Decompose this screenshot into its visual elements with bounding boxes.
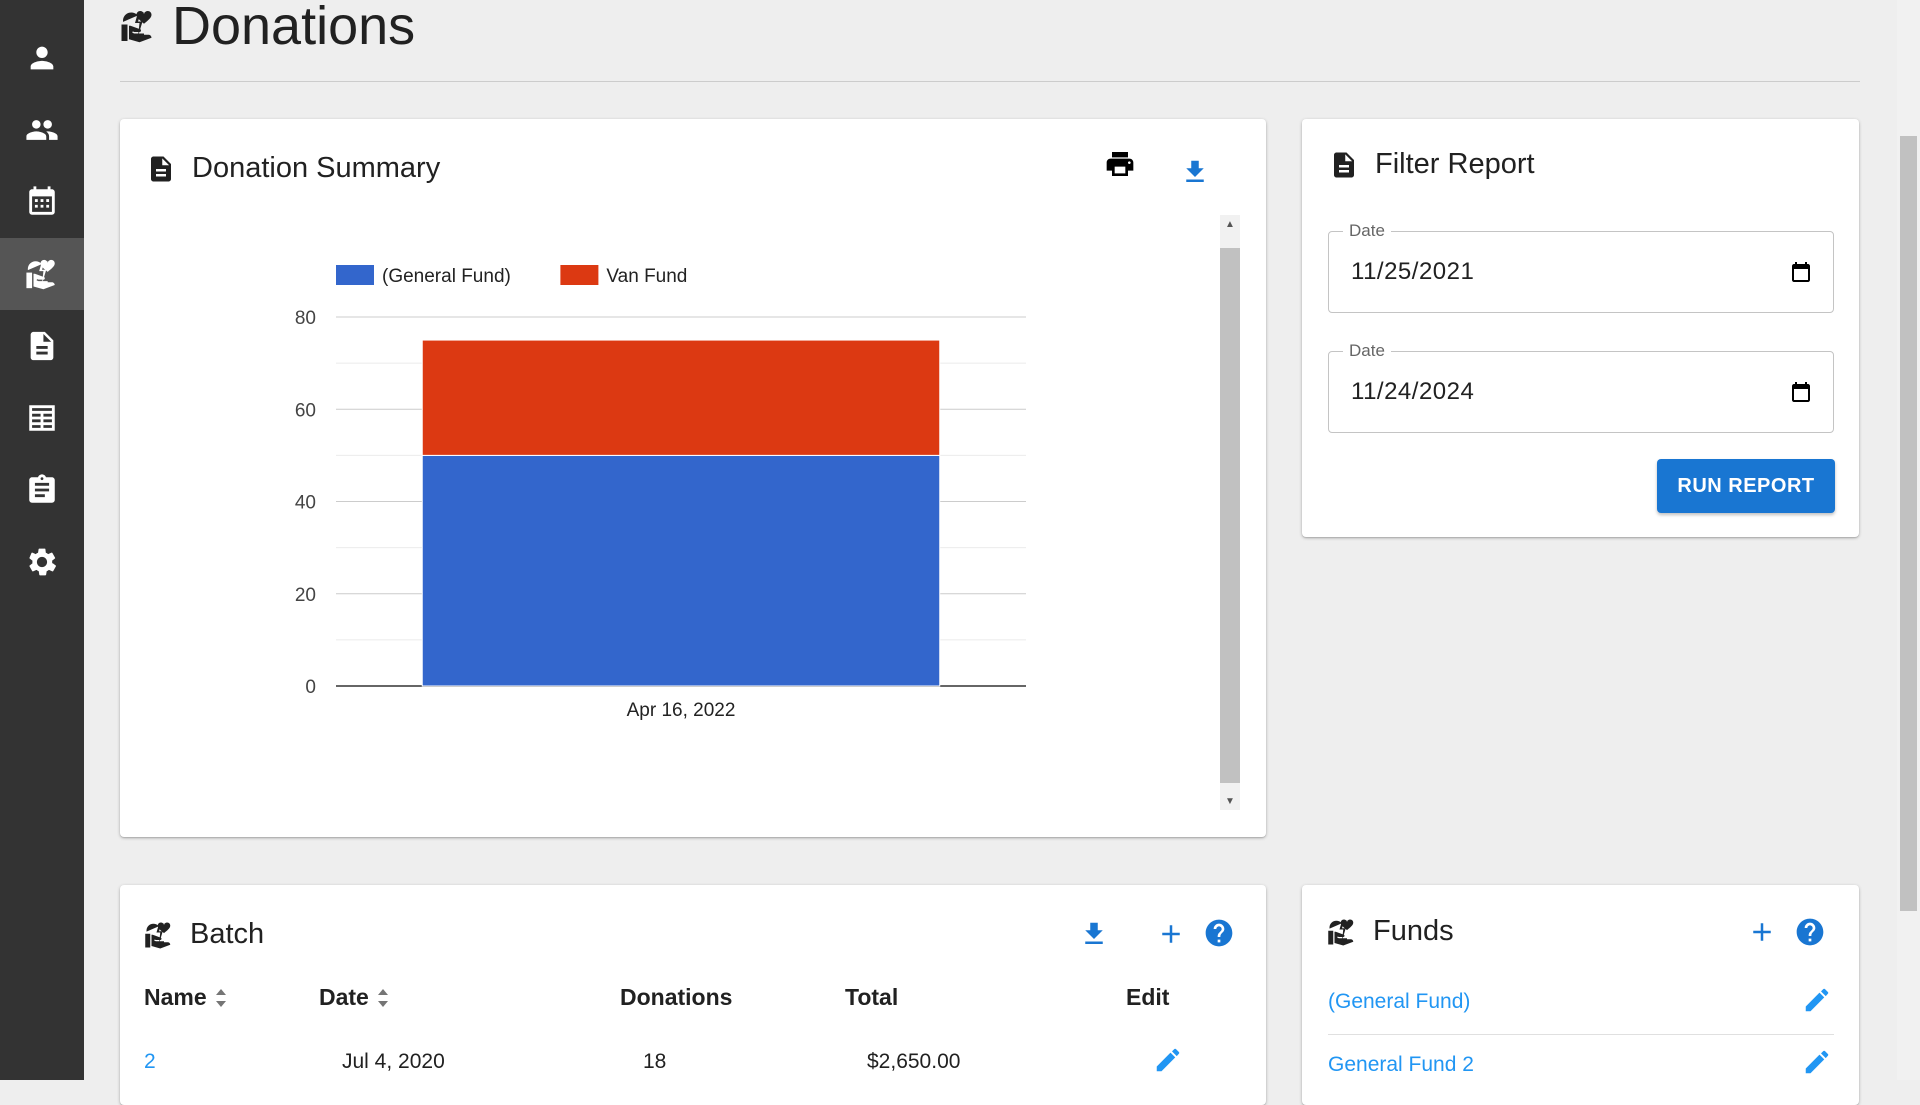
gear-icon xyxy=(29,548,56,576)
y-tick-label: 0 xyxy=(305,677,316,698)
clipboard-icon xyxy=(29,474,55,503)
calendar-icon xyxy=(29,186,55,215)
start-date-value: 11/25/2021 xyxy=(1351,258,1475,285)
page-scrollbar[interactable] xyxy=(1897,0,1920,1080)
column-header-name[interactable]: Name xyxy=(144,984,229,1011)
filter-report-title: Filter Report xyxy=(1375,148,1535,180)
sidebar-item-calendar[interactable] xyxy=(0,166,84,238)
funds-help-button[interactable] xyxy=(1790,912,1830,952)
print-icon xyxy=(1106,152,1134,176)
download-summary-button[interactable] xyxy=(1175,152,1215,192)
batch-row-total: $2,650.00 xyxy=(867,1050,961,1073)
sidebar-item-table[interactable] xyxy=(0,382,84,454)
chart-scrollbar[interactable]: ▲ ▼ xyxy=(1220,215,1240,810)
plus-icon xyxy=(1753,923,1771,941)
sidebar-item-donations[interactable] xyxy=(0,238,84,310)
end-date-field[interactable]: Date 11/24/2024 xyxy=(1328,341,1834,433)
filter-report-header: Filter Report xyxy=(1329,148,1535,181)
column-header-donations: Donations xyxy=(620,984,733,1010)
legend-swatch xyxy=(560,265,599,285)
sidebar xyxy=(0,0,84,1080)
download-icon xyxy=(1186,160,1204,182)
edit-batch-button[interactable] xyxy=(1148,1040,1188,1080)
edit-fund-button[interactable] xyxy=(1797,980,1837,1020)
calendar-icon[interactable] xyxy=(1789,380,1813,404)
help-icon xyxy=(1205,919,1233,947)
y-tick-label: 40 xyxy=(295,493,316,514)
page-scroll-thumb[interactable] xyxy=(1900,136,1917,911)
y-tick-label: 20 xyxy=(295,585,316,606)
person-icon xyxy=(30,46,54,70)
batch-row-donations: 18 xyxy=(643,1050,667,1073)
funds-title: Funds xyxy=(1373,915,1454,947)
legend-swatch xyxy=(336,265,374,285)
scroll-down-arrow[interactable]: ▼ xyxy=(1220,792,1240,810)
page-title-text: Donations xyxy=(172,0,416,56)
x-tick-label: Apr 16, 2022 xyxy=(627,700,736,721)
download-batch-button[interactable] xyxy=(1074,914,1114,954)
scroll-up-arrow[interactable]: ▲ xyxy=(1220,215,1240,233)
calendar-icon[interactable] xyxy=(1789,260,1813,284)
batch-help-button[interactable] xyxy=(1199,913,1239,953)
sidebar-item-person[interactable] xyxy=(0,22,84,94)
help-icon xyxy=(1796,918,1824,946)
plus-icon xyxy=(1162,925,1180,943)
column-header-edit: Edit xyxy=(1126,984,1170,1010)
batch-row-date: Jul 4, 2020 xyxy=(342,1050,445,1073)
batch-row-name[interactable]: 2 xyxy=(144,1050,156,1074)
document-icon xyxy=(1329,150,1359,180)
end-date-value: 11/24/2024 xyxy=(1351,378,1475,405)
donation-summary-title: Donation Summary xyxy=(192,152,441,184)
y-tick-label: 60 xyxy=(295,400,316,421)
pencil-icon xyxy=(1805,988,1829,1012)
scroll-thumb[interactable] xyxy=(1220,248,1240,783)
fund-link[interactable]: (General Fund) xyxy=(1328,990,1470,1014)
sidebar-item-documents[interactable] xyxy=(0,310,84,382)
run-report-button[interactable]: RUN REPORT xyxy=(1657,459,1835,513)
column-header-total: Total xyxy=(845,984,899,1010)
funds-header: Funds xyxy=(1327,915,1454,948)
batch-title: Batch xyxy=(190,918,265,950)
donations-icon xyxy=(25,257,59,291)
people-icon xyxy=(26,120,58,140)
title-divider xyxy=(120,81,1860,82)
add-batch-button[interactable] xyxy=(1151,914,1191,954)
y-tick-label: 80 xyxy=(295,308,316,329)
page-title: Donations xyxy=(120,0,415,58)
document-icon xyxy=(25,329,59,363)
sidebar-item-people[interactable] xyxy=(0,94,84,166)
fund-link[interactable]: General Fund 2 xyxy=(1328,1053,1474,1077)
sidebar-item-clipboard[interactable] xyxy=(0,454,84,526)
add-fund-button[interactable] xyxy=(1742,912,1782,952)
document-icon xyxy=(146,154,176,184)
donations-icon xyxy=(144,920,174,950)
legend-label: Van Fund xyxy=(606,266,687,287)
start-date-field[interactable]: Date 11/25/2021 xyxy=(1328,221,1834,313)
sidebar-item-settings[interactable] xyxy=(0,526,84,598)
donations-icon xyxy=(120,8,156,44)
download-icon xyxy=(1085,922,1103,944)
pencil-icon xyxy=(1805,1050,1829,1074)
fund-divider xyxy=(1328,1034,1834,1035)
print-button[interactable] xyxy=(1100,144,1140,184)
legend-label: (General Fund) xyxy=(382,266,511,287)
sort-icon xyxy=(215,988,226,1007)
donation-chart: 0 20 40 60 80 Apr 16, 2022 (General Fund) Van F… xyxy=(295,265,1026,721)
donation-summary-header: Donation Summary xyxy=(146,152,440,185)
sort-icon xyxy=(377,988,388,1007)
batch-header: Batch xyxy=(144,918,264,951)
edit-fund-button[interactable] xyxy=(1797,1042,1837,1082)
end-date-label: Date xyxy=(1343,341,1391,361)
bar xyxy=(421,454,941,687)
column-header-date[interactable]: Date xyxy=(319,984,391,1011)
donations-icon xyxy=(1327,917,1357,947)
bar xyxy=(421,339,941,456)
table-icon xyxy=(29,405,55,431)
pencil-icon xyxy=(1156,1048,1180,1072)
start-date-label: Date xyxy=(1343,221,1391,241)
